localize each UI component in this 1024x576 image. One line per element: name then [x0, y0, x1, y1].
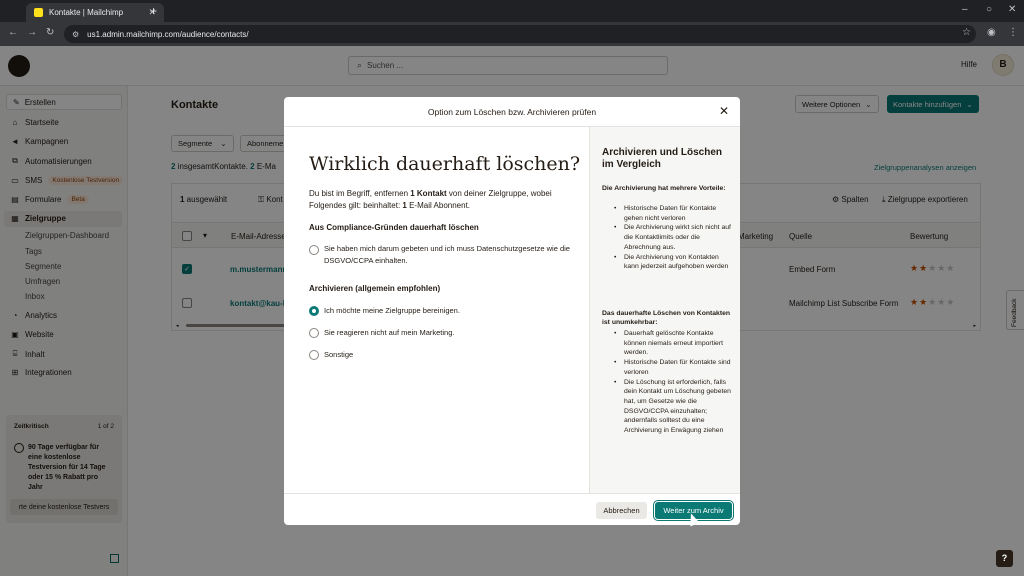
forward-icon[interactable]: →: [27, 27, 37, 38]
compliance-section-heading: Aus Compliance-Gründen dauerhaft löschen: [309, 223, 479, 232]
maximize-icon[interactable]: ○: [986, 4, 992, 15]
list-item: Dauerhaft gelöschte Kontakte können niem…: [602, 329, 734, 358]
list-item: Die Löschung ist erforderlich, falls dei…: [602, 378, 734, 436]
bookmark-star-icon[interactable]: ☆: [962, 27, 971, 38]
list-item: Die Archivierung von Kontakten kann jede…: [602, 253, 734, 272]
archive-benefits-list: Historische Daten für Kontakte gehen nic…: [602, 204, 734, 272]
list-item: Historische Daten für Kontakte gehen nic…: [602, 204, 734, 223]
radio-compliance-label[interactable]: Sie haben mich darum gebeten und ich mus…: [324, 243, 579, 267]
radio-other[interactable]: [309, 350, 319, 360]
tab-title: Kontakte | Mailchimp: [49, 8, 124, 17]
comparison-title: Archivieren und Löschen im Vergleich: [602, 147, 723, 170]
radio-other-label[interactable]: Sonstige: [324, 349, 579, 361]
radio-clean-audience[interactable]: [309, 306, 319, 316]
close-icon[interactable]: ✕: [719, 104, 729, 118]
site-info-icon[interactable]: ⚙: [72, 30, 79, 39]
modal-description: Du bist im Begriff, entfernen 1 Kontakt …: [309, 189, 552, 210]
modal-heading: Wirklich dauerhaft löschen?: [309, 153, 581, 175]
comparison-panel: Archivieren und Löschen im Vergleich Die…: [589, 127, 740, 493]
modal-footer: Abbrechen Weiter zum Archiv: [284, 493, 740, 525]
minimize-icon[interactable]: –: [962, 4, 968, 15]
delete-archive-modal: Option zum Löschen bzw. Archivieren prüf…: [284, 97, 740, 525]
browser-tab-bar: Kontakte | Mailchimp ✕ + – ○ ✕: [0, 0, 1024, 22]
radio-not-responding-label[interactable]: Sie reagieren nicht auf mein Marketing.: [324, 327, 579, 339]
list-item: Historische Daten für Kontakte sind verl…: [602, 358, 734, 377]
back-icon[interactable]: ←: [8, 27, 18, 38]
archive-section-heading: Archivieren (allgemein empfohlen): [309, 284, 441, 293]
browser-tab[interactable]: Kontakte | Mailchimp ✕: [26, 3, 164, 22]
radio-not-responding[interactable]: [309, 328, 319, 338]
modal-title: Option zum Löschen bzw. Archivieren prüf…: [427, 107, 597, 117]
address-bar-row: ← → ↻ ⚙ us1.admin.mailchimp.com/audience…: [0, 22, 1024, 46]
help-question-icon[interactable]: ?: [996, 550, 1013, 567]
profile-icon[interactable]: ◉: [987, 27, 996, 38]
cancel-button[interactable]: Abbrechen: [596, 502, 647, 519]
modal-header: Option zum Löschen bzw. Archivieren prüf…: [284, 97, 740, 127]
radio-clean-audience-label[interactable]: Ich möchte meine Zielgruppe bereinigen.: [324, 305, 579, 317]
list-item: Die Archivierung wirkt sich nicht auf di…: [602, 223, 734, 252]
archive-benefits-heading: Die Archivierung hat mehrere Vorteile:: [602, 185, 726, 192]
delete-warning-list: Dauerhaft gelöschte Kontakte können niem…: [602, 329, 734, 436]
mailchimp-favicon-icon: [34, 8, 43, 17]
menu-icon[interactable]: ⋮: [1008, 27, 1018, 38]
close-window-icon[interactable]: ✕: [1008, 4, 1016, 15]
modal-left-pane: Wirklich dauerhaft löschen? Du bist im B…: [284, 127, 589, 493]
url-field[interactable]: ⚙ us1.admin.mailchimp.com/audience/conta…: [64, 25, 976, 43]
reload-icon[interactable]: ↻: [46, 27, 54, 38]
delete-warning-heading: Das dauerhafte Löschen von Kontakten ist…: [602, 310, 731, 326]
url-text: us1.admin.mailchimp.com/audience/contact…: [87, 29, 249, 39]
new-tab-icon[interactable]: +: [150, 4, 157, 18]
radio-compliance[interactable]: [309, 245, 319, 255]
